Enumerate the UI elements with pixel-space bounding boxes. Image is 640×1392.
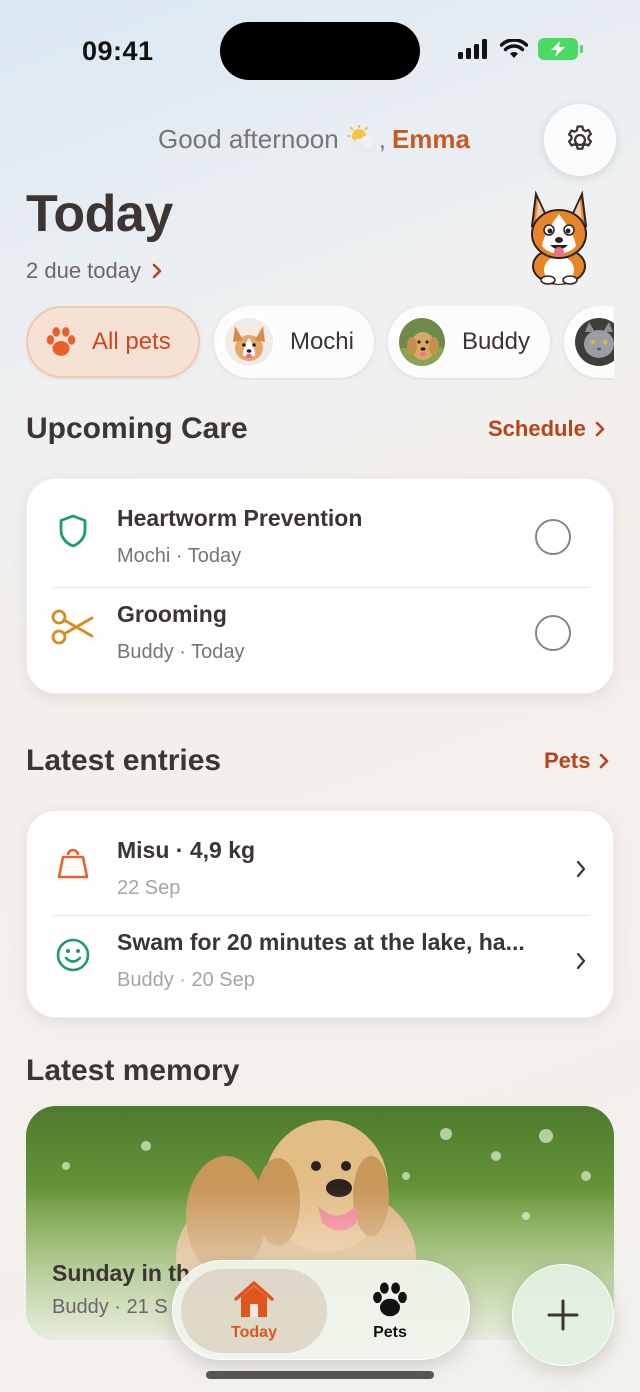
care-item-grooming[interactable]: Grooming Buddy · Today [27,575,613,683]
entry-title: Misu · 4,9 kg [117,837,256,863]
home-indicator [206,1371,434,1379]
status-icons [458,38,584,60]
settings-button[interactable] [544,104,616,176]
signal-icon [458,39,487,59]
chevron-right-icon [152,263,162,279]
tab-today-label: Today [231,1324,277,1341]
chevron-right-icon [576,860,586,878]
paw-icon [373,1282,407,1317]
wifi-icon [500,39,528,58]
pet-filter-chips: All pets Mochi Buddy [26,306,614,380]
paw-icon [46,327,76,356]
chip-label: Buddy [461,328,530,355]
greeting-comma: , [378,124,386,154]
tab-today[interactable]: Today [181,1269,327,1353]
battery-charging-icon [538,38,583,60]
chip-label: All pets [92,328,171,355]
entry-title: Swam for 20 minutes at the lake, ha... [117,929,525,955]
house-icon [234,1281,274,1317]
memory-caption: Sunday in th [52,1260,190,1286]
status-time: 09:41 [82,36,154,66]
complete-checkbox[interactable] [535,615,571,651]
care-item-title: Grooming [117,601,227,627]
pets-link[interactable]: Pets [544,748,610,774]
weight-icon [51,841,95,885]
due-today-link[interactable]: 2 due today [26,258,163,284]
chevron-right-icon [600,753,609,769]
upcoming-care-title: Upcoming Care [26,412,248,445]
chevron-right-icon [576,952,586,970]
tab-pets[interactable]: Pets [317,1269,463,1353]
care-item-heartworm[interactable]: Heartworm Prevention Mochi · Today [27,479,613,587]
upcoming-care-card: Heartworm Prevention Mochi · Today Groom… [26,478,614,694]
tab-pets-label: Pets [373,1324,407,1341]
add-button[interactable] [512,1264,614,1366]
chip-cat[interactable] [564,306,614,378]
scissors-icon [51,605,95,649]
corgi-mascot-icon [530,190,588,285]
greeting-text: Good afternoon [158,124,339,154]
entry-meta: 22 Sep [117,877,181,899]
chip-mochi[interactable]: Mochi [214,306,374,378]
shield-icon [51,509,95,553]
latest-memory-title: Latest memory [26,1054,240,1087]
chevron-right-icon [595,421,605,437]
pets-link-label: Pets [544,748,591,773]
page-title: Today [26,185,173,243]
smile-icon [51,933,95,977]
status-bar: 09:41 [0,0,640,100]
user-name: Emma [391,124,470,154]
gear-icon [567,125,593,150]
dynamic-island [220,22,420,80]
tab-bar: Today Pets [172,1260,470,1360]
chip-buddy[interactable]: Buddy [388,306,550,378]
entry-item-swim[interactable]: Swam for 20 minutes at the lake, ha... B… [27,903,613,1007]
entry-item-weight[interactable]: Misu · 4,9 kg 22 Sep [27,811,613,915]
sun-cloud-icon [346,124,377,153]
due-today-text: 2 due today [26,258,141,283]
cat-avatar [572,315,614,369]
care-item-meta: Mochi · Today [117,545,242,567]
latest-entries-title: Latest entries [26,744,222,777]
chip-label: Mochi [289,328,354,355]
entry-meta: Buddy · 20 Sep [117,969,255,991]
latest-entries-card: Misu · 4,9 kg 22 Sep Swam for 20 minutes… [26,810,614,1018]
greeting: Good afternoon , Emma [158,124,470,155]
complete-checkbox[interactable] [535,519,571,555]
memory-meta: Buddy · 21 S [52,1296,168,1318]
schedule-link-label: Schedule [488,416,586,441]
schedule-link[interactable]: Schedule [488,416,606,442]
chip-all-pets[interactable]: All pets [26,306,200,378]
mochi-avatar [222,315,276,369]
buddy-avatar [396,315,448,369]
care-item-title: Heartworm Prevention [117,505,363,531]
care-item-meta: Buddy · Today [117,641,245,663]
plus-icon [547,1299,579,1331]
